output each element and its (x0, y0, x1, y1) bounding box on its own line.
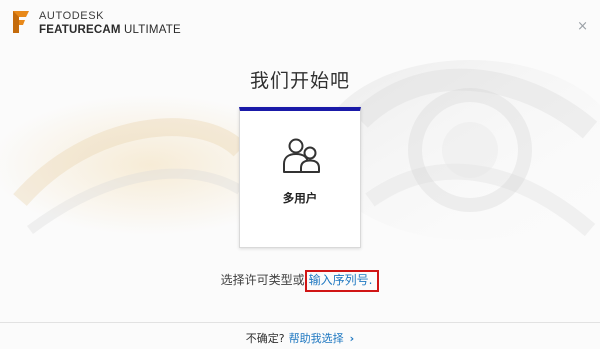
product-edition: ULTIMATE (120, 24, 181, 36)
product-name-bold: FEATURECAM (39, 24, 121, 36)
multi-user-license-card[interactable]: 多用户 (239, 107, 361, 248)
close-icon[interactable]: × (577, 20, 588, 33)
multi-user-icon (283, 138, 320, 173)
license-prompt-text: 选择许可类型或 (220, 273, 305, 287)
featurecam-f-icon (13, 11, 29, 33)
footer: 不确定? 帮助我选择 › (0, 330, 600, 346)
enter-serial-number-link[interactable]: 输入序列号. (304, 270, 380, 292)
vendor-name: AUTODESK (39, 10, 105, 22)
chevron-right-icon[interactable]: › (350, 332, 355, 345)
autodesk-featurecam-logo: AUTODESK FEATURECAM ULTIMATE (10, 9, 181, 37)
footer-divider (0, 322, 600, 323)
product-name: FEATURECAM ULTIMATE (39, 24, 181, 37)
license-dialog: AUTODESK FEATURECAM ULTIMATE × 我们开始吧 多用户… (0, 0, 600, 349)
page-title: 我们开始吧 (249, 70, 350, 92)
help-me-choose-link[interactable]: 帮助我选择 (289, 332, 344, 345)
unsure-text: 不确定? (245, 332, 285, 345)
license-type-prompt: 选择许可类型或 输入序列号. (0, 270, 600, 292)
card-label: 多用户 (282, 191, 318, 205)
